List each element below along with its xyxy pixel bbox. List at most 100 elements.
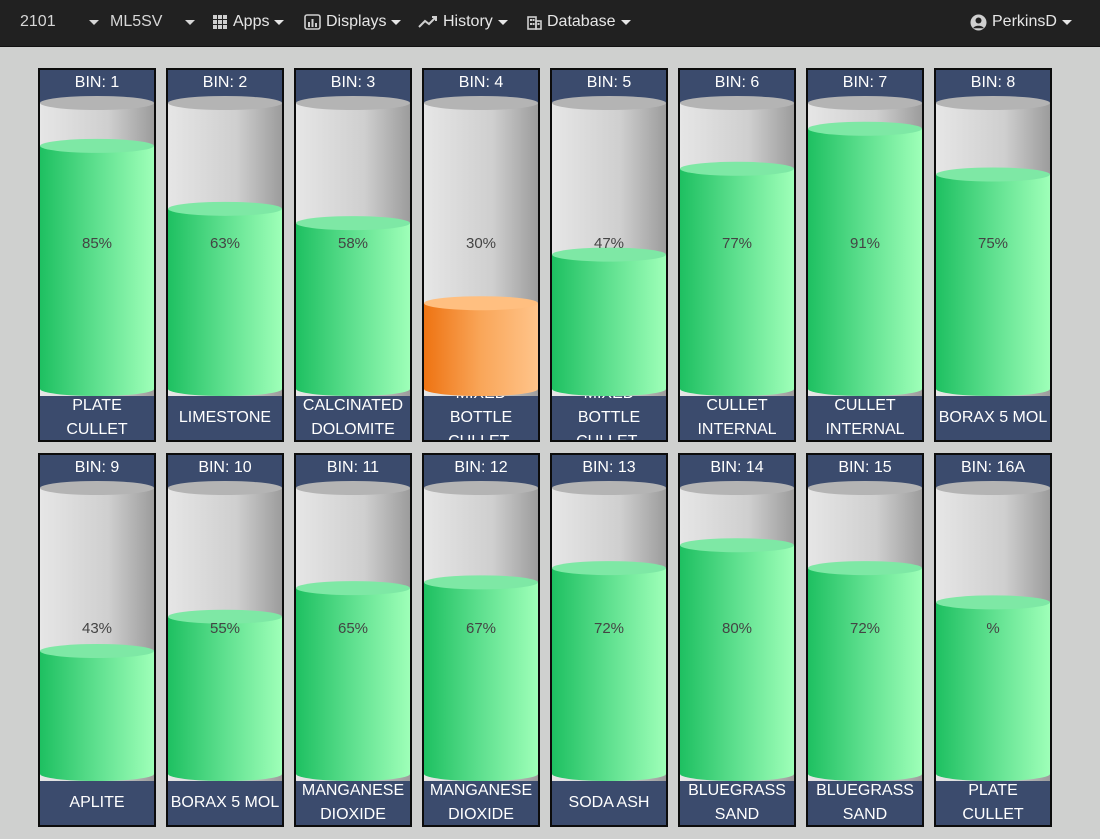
bin-tile[interactable]: BIN: 11 65% MANGANESE DIOXIDE — [294, 453, 412, 827]
bin-level-gauge: 75% — [936, 96, 1050, 396]
bin-fill-bottom — [296, 767, 410, 781]
bin-level-percent: 63% — [209, 235, 241, 252]
bin-top-cap — [40, 481, 154, 495]
bin-tile[interactable]: BIN: 4 30% MIXED BOTTLE CULLET- — [422, 68, 540, 442]
history-label: History — [443, 13, 493, 30]
bin-number: BIN: 10 — [198, 459, 252, 476]
bin-level-gauge: 67% — [424, 481, 538, 781]
bin-tile[interactable]: BIN: 5 47% MIXED BOTTLE CULLET- — [550, 68, 668, 442]
bin-level-gauge: 55% — [168, 481, 282, 781]
bin-fill-surface — [936, 595, 1050, 610]
bin-tile[interactable]: BIN: 9 43% APLITE — [38, 453, 156, 827]
user-label: PerkinsD — [992, 13, 1057, 30]
bin-level-gauge: % — [936, 481, 1050, 781]
bin-material-name: BLUEGRASS SAND — [816, 782, 914, 823]
bin-number: BIN: 1 — [74, 74, 120, 91]
bin-fill-level — [552, 254, 666, 389]
history-menu[interactable]: History — [418, 0, 508, 44]
bin-tile[interactable]: BIN: 15 72% BLUEGRASS SAND — [806, 453, 924, 827]
bin-level-percent: 47% — [593, 235, 625, 252]
bin-material-label: MANGANESE DIOXIDE — [296, 781, 410, 825]
bin-top-cap — [808, 481, 922, 495]
bin-fill-level — [680, 168, 794, 389]
apps-menu[interactable]: Apps — [212, 0, 285, 44]
bin-level-percent: 55% — [209, 620, 241, 637]
bin-top-cap — [296, 96, 410, 110]
bin-number: BIN: 7 — [842, 74, 888, 91]
bin-fill-bottom — [808, 382, 922, 396]
bin-fill-level — [168, 616, 282, 774]
bin-material-label: BLUEGRASS SAND — [808, 781, 922, 825]
bin-level-percent: 72% — [849, 620, 881, 637]
bin-fill-bottom — [40, 382, 154, 396]
bin-tile[interactable]: BIN: 3 58% CALCINATED DOLOMITE — [294, 68, 412, 442]
database-menu[interactable]: Database — [526, 0, 631, 44]
bin-tile[interactable]: BIN: 14 80% BLUEGRASS SAND — [678, 453, 796, 827]
chevron-down-icon — [620, 19, 631, 25]
displays-menu[interactable]: Displays — [304, 0, 402, 44]
bin-tile[interactable]: BIN: 10 55% BORAX 5 MOL — [166, 453, 284, 827]
bin-material-name: BLUEGRASS SAND — [688, 782, 786, 823]
bin-material-name: APLITE — [69, 794, 125, 811]
bin-material-name: PLATE CULLET — [962, 782, 1024, 823]
bin-fill-surface — [296, 216, 410, 231]
bin-top-cap — [552, 481, 666, 495]
chevron-down-icon — [89, 19, 99, 25]
bin-top-cap — [168, 96, 282, 110]
bin-fill-surface — [680, 538, 794, 553]
bin-material-label: BORAX 5 MOL — [936, 396, 1050, 440]
bin-fill-bottom — [936, 382, 1050, 396]
bin-material-label: CULLET INTERNAL — [808, 396, 922, 440]
bin-fill-bottom — [424, 767, 538, 781]
bin-material-name: CALCINATED DOLOMITE — [302, 397, 404, 438]
building-icon — [527, 16, 542, 30]
bin-tile[interactable]: BIN: 13 72% SODA ASH — [550, 453, 668, 827]
bin-top-cap — [936, 481, 1050, 495]
bin-material-label: BLUEGRASS SAND — [680, 781, 794, 825]
bin-fill-level — [40, 145, 154, 389]
bin-level-gauge: 77% — [680, 96, 794, 396]
bin-top-cap — [424, 96, 538, 110]
bin-level-gauge: 72% — [808, 481, 922, 781]
bin-tile[interactable]: BIN: 16A% PLATE CULLET — [934, 453, 1052, 827]
bin-material-label: CALCINATED DOLOMITE — [296, 396, 410, 440]
bin-material-name: LIMESTONE — [178, 409, 272, 426]
bin-tile[interactable]: BIN: 7 91% CULLET INTERNAL — [806, 68, 924, 442]
bin-tile[interactable]: BIN: 2 63% LIMESTONE — [166, 68, 284, 442]
user-menu[interactable]: PerkinsD — [970, 0, 1072, 44]
bin-level-percent: 58% — [337, 235, 369, 252]
bin-tile[interactable]: BIN: 12 67% MANGANESE DIOXIDE — [422, 453, 540, 827]
bin-fill-bottom — [168, 382, 282, 396]
bin-top-cap — [168, 481, 282, 495]
bin-fill-bottom — [424, 382, 538, 396]
bin-fill-bottom — [680, 767, 794, 781]
bin-fill-level — [680, 545, 794, 774]
bin-material-label: PLATE CULLET — [936, 781, 1050, 825]
bin-material-label: MIXED BOTTLE CULLET- — [424, 396, 538, 440]
bin-fill-bottom — [168, 767, 282, 781]
bin-fill-surface — [808, 121, 922, 136]
bin-tile[interactable]: BIN: 1 85% PLATE CULLET — [38, 68, 156, 442]
bin-number: BIN: 15 — [838, 459, 892, 476]
line-dropdown-toggle[interactable] — [180, 0, 195, 44]
bin-tile[interactable]: BIN: 6 77% CULLET INTERNAL — [678, 68, 796, 442]
bin-tile[interactable]: BIN: 8 75% BORAX 5 MOL — [934, 68, 1052, 442]
chevron-down-icon — [185, 19, 195, 25]
bin-level-gauge: 47% — [552, 96, 666, 396]
chevron-down-icon — [497, 19, 508, 25]
plant-selector[interactable]: 2101 — [20, 0, 56, 44]
plant-dropdown-toggle[interactable] — [84, 0, 99, 44]
grid-icon — [213, 15, 227, 29]
bin-level-percent: 85% — [81, 235, 113, 252]
bin-level-gauge: 58% — [296, 96, 410, 396]
bin-fill-surface — [808, 561, 922, 576]
bin-number: BIN: 2 — [202, 74, 248, 91]
bin-number: BIN: 11 — [326, 459, 380, 476]
bin-level-percent: % — [986, 620, 1000, 637]
chevron-down-icon — [391, 19, 402, 25]
bin-fill-surface — [40, 138, 154, 153]
bin-level-percent: 67% — [465, 620, 497, 637]
bin-top-cap — [552, 96, 666, 110]
line-selector[interactable]: ML5SV — [110, 0, 162, 44]
apps-label: Apps — [233, 13, 270, 30]
